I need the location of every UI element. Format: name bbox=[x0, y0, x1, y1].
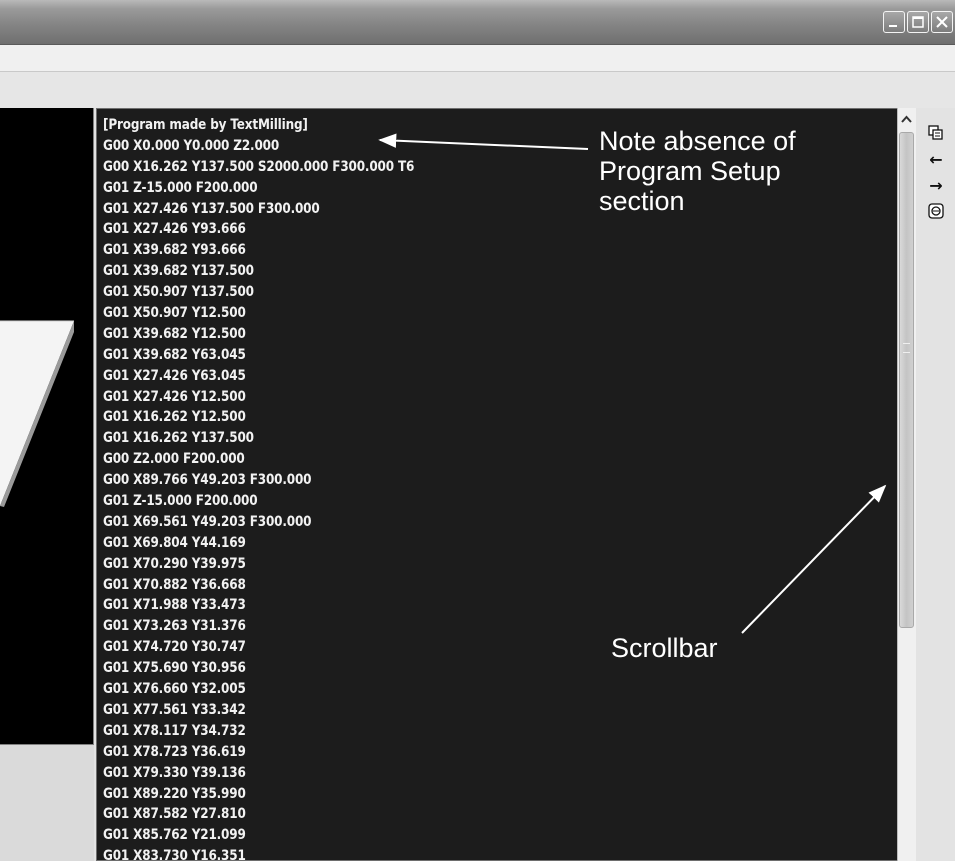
annotation-arrows bbox=[378, 133, 887, 634]
note-line: Note absence of bbox=[599, 126, 796, 156]
scrollbar-annotation: Scrollbar bbox=[611, 633, 718, 663]
application-window: [Program made by TextMilling] G00 X0.000 … bbox=[0, 0, 955, 861]
note-arrow bbox=[378, 133, 589, 150]
note-annotation: Note absence of Program Setup section bbox=[599, 126, 796, 216]
note-line: Program Setup bbox=[599, 156, 781, 186]
scrollbar-arrow bbox=[741, 484, 887, 634]
note-line: section bbox=[599, 186, 685, 216]
